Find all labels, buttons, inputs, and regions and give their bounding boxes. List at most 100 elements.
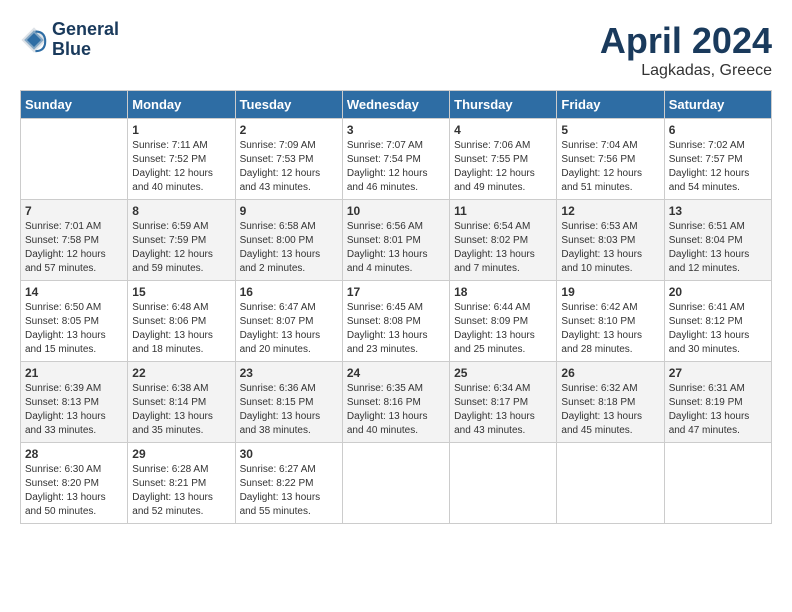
- column-header-wednesday: Wednesday: [342, 91, 449, 119]
- calendar-cell: 3 Sunrise: 7:07 AMSunset: 7:54 PMDaylight…: [342, 119, 449, 200]
- calendar-cell: 18 Sunrise: 6:44 AMSunset: 8:09 PMDayligh…: [450, 281, 557, 362]
- calendar-cell: 1 Sunrise: 7:11 AMSunset: 7:52 PMDaylight…: [128, 119, 235, 200]
- day-number: 22: [132, 366, 230, 380]
- day-number: 26: [561, 366, 659, 380]
- day-number: 27: [669, 366, 767, 380]
- day-number: 23: [240, 366, 338, 380]
- calendar-cell: 7 Sunrise: 7:01 AMSunset: 7:58 PMDaylight…: [21, 200, 128, 281]
- column-header-sunday: Sunday: [21, 91, 128, 119]
- calendar-cell: 28 Sunrise: 6:30 AMSunset: 8:20 PMDayligh…: [21, 443, 128, 524]
- title-block: April 2024 Lagkadas, Greece: [600, 20, 772, 80]
- calendar-cell: 11Sunrise: 6:54 AMSunset: 8:02 PMDayligh…: [450, 200, 557, 281]
- day-number: 15: [132, 285, 230, 299]
- day-number: 13: [669, 204, 767, 218]
- calendar-header-row: SundayMondayTuesdayWednesdayThursdayFrid…: [21, 91, 772, 119]
- calendar-cell: 15 Sunrise: 6:48 AMSunset: 8:06 PMDayligh…: [128, 281, 235, 362]
- day-info: Sunrise: 7:04 AMSunset: 7:56 PMDaylight:…: [561, 139, 659, 195]
- day-info: Sunrise: 7:06 AMSunset: 7:55 PMDaylight:…: [454, 139, 552, 195]
- day-info: Sunrise: 6:51 AMSunset: 8:04 PMDaylight:…: [669, 220, 767, 276]
- week-row-5: 28 Sunrise: 6:30 AMSunset: 8:20 PMDayligh…: [21, 443, 772, 524]
- day-info: Sunrise: 6:35 AMSunset: 8:16 PMDaylight:…: [347, 382, 445, 438]
- page-header: General Blue April 2024 Lagkadas, Greece: [20, 20, 772, 80]
- day-info: Sunrise: 6:58 AMSunset: 8:00 PMDaylight:…: [240, 220, 338, 276]
- day-info: Sunrise: 6:44 AMSunset: 8:09 PMDaylight:…: [454, 301, 552, 357]
- day-info: Sunrise: 6:56 AMSunset: 8:01 PMDaylight:…: [347, 220, 445, 276]
- calendar-body: 1 Sunrise: 7:11 AMSunset: 7:52 PMDaylight…: [21, 119, 772, 524]
- day-number: 24: [347, 366, 445, 380]
- calendar-cell: 6 Sunrise: 7:02 AMSunset: 7:57 PMDaylight…: [664, 119, 771, 200]
- day-number: 18: [454, 285, 552, 299]
- calendar-table: SundayMondayTuesdayWednesdayThursdayFrid…: [20, 90, 772, 524]
- day-info: Sunrise: 7:11 AMSunset: 7:52 PMDaylight:…: [132, 139, 230, 195]
- day-info: Sunrise: 6:50 AMSunset: 8:05 PMDaylight:…: [25, 301, 123, 357]
- day-number: 17: [347, 285, 445, 299]
- day-info: Sunrise: 6:31 AMSunset: 8:19 PMDaylight:…: [669, 382, 767, 438]
- day-info: Sunrise: 6:32 AMSunset: 8:18 PMDaylight:…: [561, 382, 659, 438]
- logo: General Blue: [20, 20, 119, 60]
- column-header-saturday: Saturday: [664, 91, 771, 119]
- day-number: 3: [347, 123, 445, 137]
- calendar-cell: [21, 119, 128, 200]
- calendar-cell: [557, 443, 664, 524]
- day-info: Sunrise: 6:59 AMSunset: 7:59 PMDaylight:…: [132, 220, 230, 276]
- week-row-3: 14 Sunrise: 6:50 AMSunset: 8:05 PMDayligh…: [21, 281, 772, 362]
- day-number: 25: [454, 366, 552, 380]
- calendar-cell: 26 Sunrise: 6:32 AMSunset: 8:18 PMDayligh…: [557, 362, 664, 443]
- day-number: 19: [561, 285, 659, 299]
- calendar-cell: 21Sunrise: 6:39 AMSunset: 8:13 PMDayligh…: [21, 362, 128, 443]
- logo-text: General Blue: [52, 20, 119, 60]
- day-info: Sunrise: 6:53 AMSunset: 8:03 PMDaylight:…: [561, 220, 659, 276]
- day-info: Sunrise: 6:34 AMSunset: 8:17 PMDaylight:…: [454, 382, 552, 438]
- calendar-cell: 25 Sunrise: 6:34 AMSunset: 8:17 PMDayligh…: [450, 362, 557, 443]
- calendar-cell: 27 Sunrise: 6:31 AMSunset: 8:19 PMDayligh…: [664, 362, 771, 443]
- calendar-cell: 17 Sunrise: 6:45 AMSunset: 8:08 PMDayligh…: [342, 281, 449, 362]
- logo-icon: [20, 26, 48, 54]
- calendar-cell: [664, 443, 771, 524]
- calendar-cell: [342, 443, 449, 524]
- column-header-thursday: Thursday: [450, 91, 557, 119]
- column-header-tuesday: Tuesday: [235, 91, 342, 119]
- day-info: Sunrise: 7:01 AMSunset: 7:58 PMDaylight:…: [25, 220, 123, 276]
- calendar-cell: 4 Sunrise: 7:06 AMSunset: 7:55 PMDaylight…: [450, 119, 557, 200]
- week-row-2: 7 Sunrise: 7:01 AMSunset: 7:58 PMDaylight…: [21, 200, 772, 281]
- day-info: Sunrise: 6:41 AMSunset: 8:12 PMDaylight:…: [669, 301, 767, 357]
- day-info: Sunrise: 6:28 AMSunset: 8:21 PMDaylight:…: [132, 463, 230, 519]
- day-info: Sunrise: 6:48 AMSunset: 8:06 PMDaylight:…: [132, 301, 230, 357]
- column-header-friday: Friday: [557, 91, 664, 119]
- day-number: 14: [25, 285, 123, 299]
- day-number: 11: [454, 204, 552, 218]
- calendar-cell: 12 Sunrise: 6:53 AMSunset: 8:03 PMDayligh…: [557, 200, 664, 281]
- day-number: 6: [669, 123, 767, 137]
- day-number: 1: [132, 123, 230, 137]
- day-info: Sunrise: 7:07 AMSunset: 7:54 PMDaylight:…: [347, 139, 445, 195]
- day-number: 29: [132, 447, 230, 461]
- calendar-cell: [450, 443, 557, 524]
- calendar-cell: 23Sunrise: 6:36 AMSunset: 8:15 PMDayligh…: [235, 362, 342, 443]
- day-number: 2: [240, 123, 338, 137]
- day-info: Sunrise: 7:02 AMSunset: 7:57 PMDaylight:…: [669, 139, 767, 195]
- day-number: 21: [25, 366, 123, 380]
- column-header-monday: Monday: [128, 91, 235, 119]
- day-number: 8: [132, 204, 230, 218]
- day-number: 10: [347, 204, 445, 218]
- calendar-cell: 22 Sunrise: 6:38 AMSunset: 8:14 PMDayligh…: [128, 362, 235, 443]
- calendar-cell: 13 Sunrise: 6:51 AMSunset: 8:04 PMDayligh…: [664, 200, 771, 281]
- day-number: 28: [25, 447, 123, 461]
- day-info: Sunrise: 6:42 AMSunset: 8:10 PMDaylight:…: [561, 301, 659, 357]
- day-info: Sunrise: 6:38 AMSunset: 8:14 PMDaylight:…: [132, 382, 230, 438]
- day-info: Sunrise: 7:09 AMSunset: 7:53 PMDaylight:…: [240, 139, 338, 195]
- calendar-cell: 19 Sunrise: 6:42 AMSunset: 8:10 PMDayligh…: [557, 281, 664, 362]
- calendar-cell: 10 Sunrise: 6:56 AMSunset: 8:01 PMDayligh…: [342, 200, 449, 281]
- day-info: Sunrise: 6:30 AMSunset: 8:20 PMDaylight:…: [25, 463, 123, 519]
- day-info: Sunrise: 6:45 AMSunset: 8:08 PMDaylight:…: [347, 301, 445, 357]
- month-title: April 2024: [600, 20, 772, 62]
- calendar-cell: 14 Sunrise: 6:50 AMSunset: 8:05 PMDayligh…: [21, 281, 128, 362]
- day-info: Sunrise: 6:47 AMSunset: 8:07 PMDaylight:…: [240, 301, 338, 357]
- day-number: 7: [25, 204, 123, 218]
- day-number: 12: [561, 204, 659, 218]
- day-number: 30: [240, 447, 338, 461]
- day-number: 4: [454, 123, 552, 137]
- calendar-cell: 20Sunrise: 6:41 AMSunset: 8:12 PMDayligh…: [664, 281, 771, 362]
- calendar-cell: 9Sunrise: 6:58 AMSunset: 8:00 PMDaylight…: [235, 200, 342, 281]
- calendar-cell: 16Sunrise: 6:47 AMSunset: 8:07 PMDayligh…: [235, 281, 342, 362]
